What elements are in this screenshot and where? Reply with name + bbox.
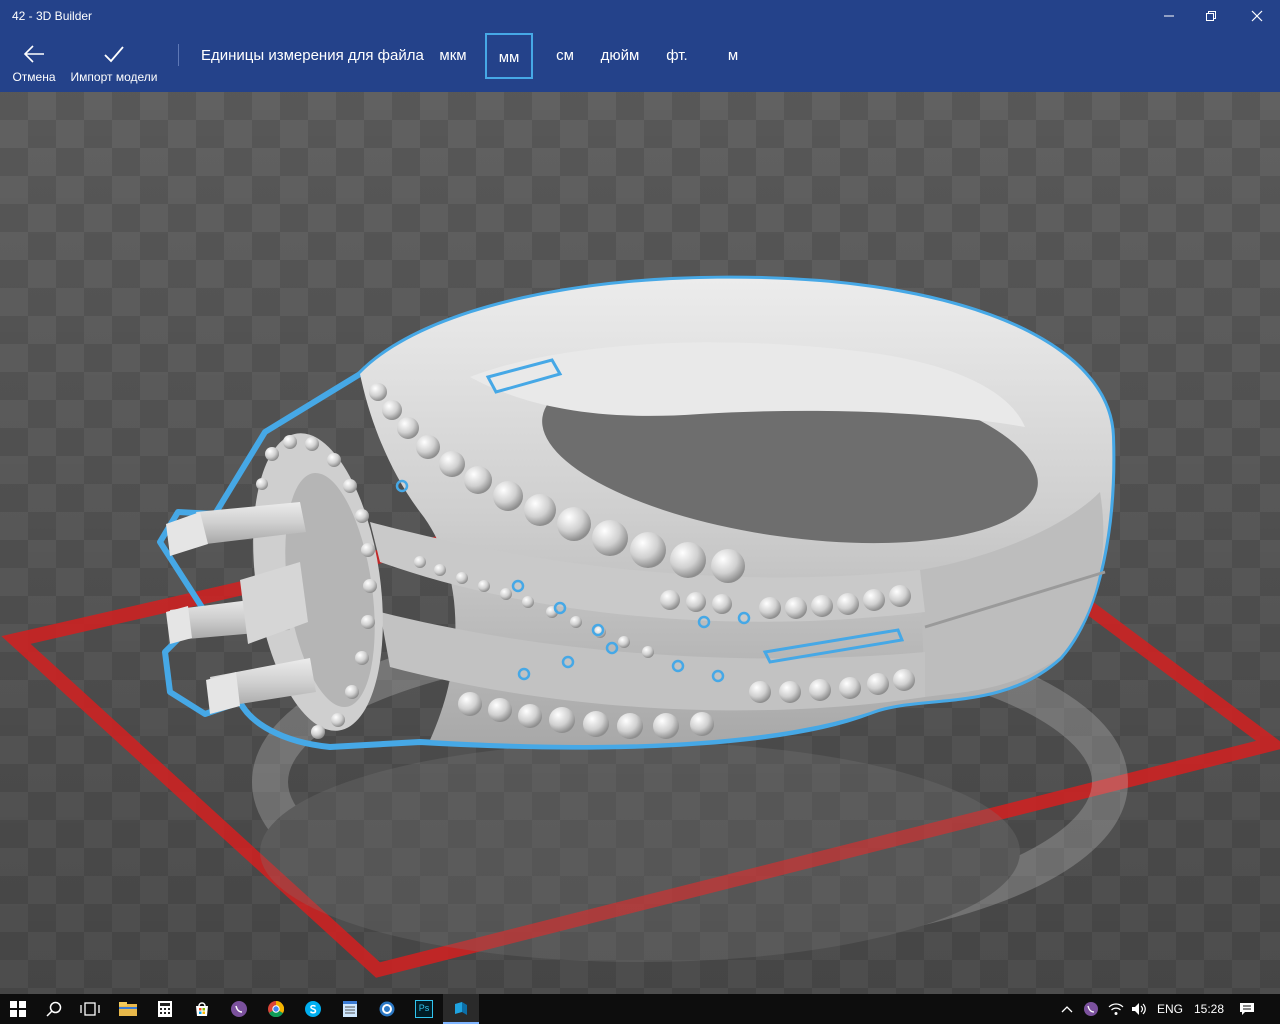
unit-option-millimeter[interactable]: мм (485, 33, 533, 79)
notepad-icon (343, 1001, 357, 1017)
viber-icon (231, 1001, 247, 1017)
taskbar-3d-builder[interactable] (443, 994, 479, 1024)
search-icon (46, 1001, 62, 1017)
3d-viewport[interactable] (0, 92, 1280, 994)
taskbar-store[interactable] (184, 994, 220, 1024)
import-label: Импорт модели (70, 70, 158, 84)
action-center-button[interactable] (1230, 994, 1264, 1024)
tray-viber[interactable] (1080, 994, 1102, 1024)
taskbar-viber[interactable] (221, 994, 257, 1024)
viber-tray-icon (1084, 1002, 1098, 1016)
app-titlebar: 42 - 3D Builder Отмена Импорт модели Еди… (0, 0, 1280, 92)
unit-option-centimeter[interactable]: см (546, 33, 584, 79)
close-icon (1251, 10, 1263, 22)
toolbar-separator (178, 44, 179, 66)
chevron-up-icon (1061, 1006, 1073, 1013)
file-explorer-icon (119, 1002, 137, 1016)
cancel-label: Отмена (12, 70, 56, 84)
speaker-icon (1132, 1003, 1146, 1015)
unit-option-inch[interactable]: дюйм (594, 33, 646, 79)
units-label: Единицы измерения для файла (201, 47, 424, 64)
taskbar-file-explorer[interactable] (110, 994, 146, 1024)
taskbar-chrome[interactable] (258, 994, 294, 1024)
unit-option-foot[interactable]: фт. (658, 33, 696, 79)
wifi-icon (1108, 1003, 1124, 1015)
search-button[interactable] (36, 994, 72, 1024)
unit-option-meter[interactable]: м (714, 33, 752, 79)
back-arrow-icon (23, 45, 44, 63)
show-hidden-icons-button[interactable] (1056, 994, 1078, 1024)
clock[interactable]: 15:28 (1194, 1002, 1224, 1016)
input-language[interactable]: ENG (1157, 1002, 1183, 1016)
notifications-icon (1240, 1003, 1254, 1015)
minimize-icon (1164, 15, 1174, 17)
restore-icon (1206, 11, 1216, 21)
taskbar-notepad[interactable] (332, 994, 368, 1024)
3d-builder-icon (455, 1002, 467, 1015)
close-button[interactable] (1234, 0, 1280, 32)
taskbar-photoshop[interactable]: Ps (406, 994, 442, 1024)
skype-icon (305, 1001, 321, 1017)
store-icon (196, 1002, 208, 1016)
minimize-button[interactable] (1146, 0, 1192, 32)
windows-taskbar: Ps ENG 15:28 (0, 994, 1280, 1024)
checkmark-icon (104, 46, 124, 63)
task-view-button[interactable] (72, 994, 108, 1024)
taskbar-calculator[interactable] (147, 994, 183, 1024)
photoshop-icon: Ps (415, 1000, 433, 1018)
restore-button[interactable] (1188, 0, 1234, 32)
window-title: 42 - 3D Builder (12, 9, 93, 23)
calculator-icon (158, 1001, 172, 1017)
scene-canvas (0, 92, 1280, 994)
tray-network[interactable] (1105, 994, 1127, 1024)
import-model-button[interactable]: Импорт модели (66, 42, 162, 84)
tray-volume[interactable] (1128, 994, 1150, 1024)
taskbar-browser[interactable] (369, 994, 405, 1024)
start-icon (10, 1001, 26, 1017)
taskbar-skype[interactable] (295, 994, 331, 1024)
start-button[interactable] (0, 994, 36, 1024)
unit-option-micrometer[interactable]: мкм (432, 33, 474, 79)
cancel-button[interactable]: Отмена (8, 42, 60, 84)
browser-icon (379, 1001, 395, 1017)
task-view-icon (80, 1002, 100, 1016)
chrome-icon (268, 1001, 284, 1017)
